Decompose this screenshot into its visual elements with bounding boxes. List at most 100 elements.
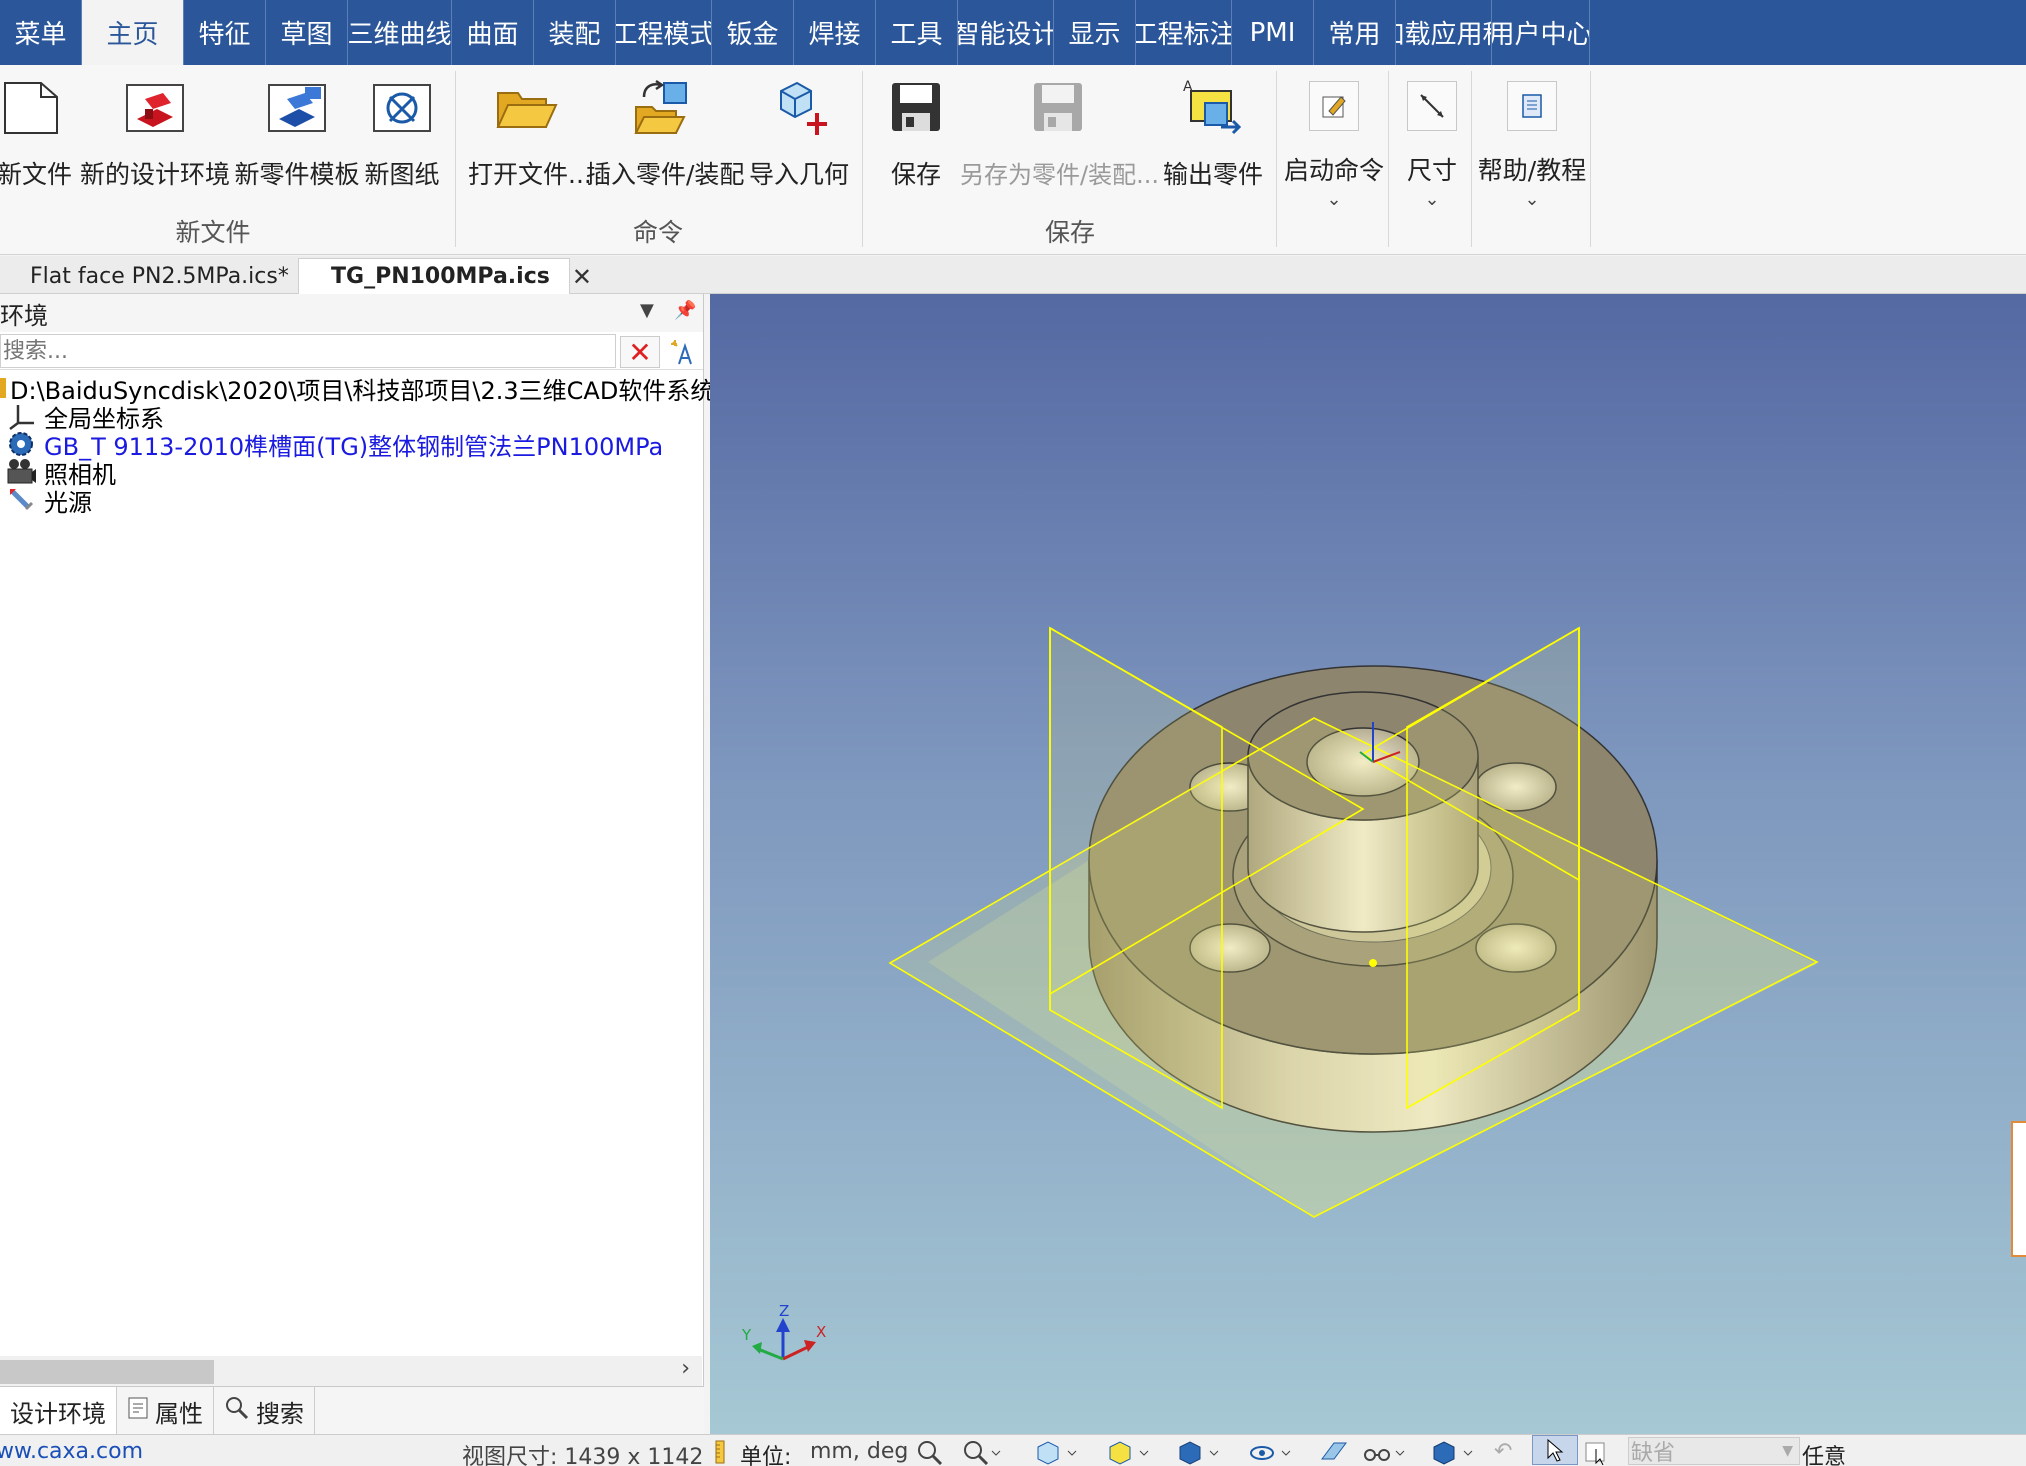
menu-tab-sketch[interactable]: 草图 bbox=[266, 0, 348, 65]
menu-bar: 菜单 主页 特征 草图 三维曲线 曲面 装配 工程模式 钣金 焊接 工具 智能设计 显示 工程标注 PMI 常… bbox=[0, 0, 2026, 65]
import-geometry-icon bbox=[764, 75, 834, 139]
open-folder-icon bbox=[491, 75, 561, 139]
doc-tab-label: TG_PN100MPa.ics bbox=[331, 264, 550, 289]
zoom-icon[interactable] bbox=[962, 1439, 1002, 1466]
3d-viewport[interactable]: Z Y X bbox=[710, 294, 2026, 1434]
menu-tab-label: 工具 bbox=[890, 20, 943, 50]
view-cube-icon[interactable] bbox=[1034, 1439, 1082, 1466]
new-part-template-label: 新零件模板 bbox=[234, 160, 360, 189]
solid-cube-icon[interactable] bbox=[1430, 1439, 1478, 1466]
render-mode-icon[interactable] bbox=[1106, 1439, 1154, 1466]
import-geometry-label: 导入几何 bbox=[748, 160, 849, 189]
doc-tab-label: Flat face PN2.5MPa.ics* bbox=[30, 263, 289, 289]
clear-search-icon[interactable]: ✕ bbox=[620, 336, 660, 369]
website-link[interactable]: www.caxa.com bbox=[0, 1439, 143, 1464]
export-part-button[interactable]: A 输出零件 bbox=[1160, 75, 1266, 191]
tree-item[interactable]: 光源 bbox=[4, 482, 92, 518]
tab-properties[interactable]: 属性 bbox=[117, 1387, 214, 1435]
new-part-template-button[interactable]: 新零件模板 bbox=[232, 75, 362, 191]
menu-tab-user-center[interactable]: 用户中心 bbox=[1492, 0, 1590, 65]
close-tab-icon[interactable]: ✕ bbox=[572, 263, 592, 291]
save-as-disk-icon bbox=[1023, 75, 1093, 139]
ribbon-separator bbox=[1388, 71, 1389, 247]
section-plane-icon[interactable] bbox=[1318, 1439, 1348, 1466]
menu-tab-label: 三维曲线 bbox=[348, 20, 452, 50]
insert-part-label: 插入零件/装配 bbox=[586, 160, 745, 189]
tab-design-environment[interactable]: 设计环境 bbox=[0, 1387, 117, 1435]
shading-icon[interactable] bbox=[1176, 1439, 1224, 1466]
flange-model-render: Z Y X bbox=[741, 626, 2026, 1361]
menu-tab-common[interactable]: 常用 bbox=[1314, 0, 1396, 65]
zoom-fit-icon[interactable] bbox=[916, 1439, 944, 1466]
doc-tab-flat-face[interactable]: Flat face PN2.5MPa.ics* bbox=[18, 258, 301, 294]
undo-arrow-icon[interactable]: ↶ bbox=[1494, 1439, 1512, 1464]
open-file-button[interactable]: 打开文件... bbox=[468, 75, 592, 191]
filter-dropdown[interactable]: 缺省 ▼ bbox=[1628, 1437, 1800, 1466]
save-as-part-button[interactable]: 另存为零件/装配... bbox=[960, 75, 1159, 190]
unit-value[interactable]: mm, deg bbox=[810, 1439, 908, 1464]
document-tabs: Flat face PN2.5MPa.ics* TG_PN100MPa.ics … bbox=[0, 256, 2026, 294]
menu-tab-annotation[interactable]: 工程标注 bbox=[1136, 0, 1232, 65]
pin-icon[interactable]: 📌 bbox=[674, 300, 696, 321]
dimension-button[interactable]: 尺寸 ⌄ bbox=[1394, 75, 1470, 210]
help-tutorial-button[interactable]: 帮助/教程 ⌄ bbox=[1476, 75, 1588, 210]
new-file-button[interactable]: 新文件... bbox=[0, 75, 72, 191]
help-book-icon bbox=[1507, 81, 1557, 131]
dimension-ruler-icon bbox=[1407, 81, 1457, 131]
design-environment-panel: 设计环境 ▼ 📌 ✕ D:\BaiduSyncdisk\2020\项目\科技部项… bbox=[0, 294, 722, 1435]
pointer-icon[interactable] bbox=[1584, 1439, 1612, 1466]
new-drawing-button[interactable]: 新图纸 bbox=[364, 75, 440, 191]
menu-tab-surface[interactable]: 曲面 bbox=[452, 0, 534, 65]
select-cursor-icon[interactable] bbox=[1532, 1435, 1578, 1465]
menu-tab-display[interactable]: 显示 bbox=[1054, 0, 1136, 65]
menu-tab-features[interactable]: 特征 bbox=[184, 0, 266, 65]
panel-bottom-tabs: 设计环境 属性 搜索 bbox=[0, 1386, 704, 1435]
insert-part-button[interactable]: 插入零件/装配 bbox=[586, 75, 745, 191]
scrollbar-thumb[interactable] bbox=[0, 1360, 214, 1384]
import-geometry-button[interactable]: 导入几何 bbox=[746, 75, 852, 191]
launch-command-button[interactable]: 启动命令 ⌄ bbox=[1282, 75, 1386, 210]
tree-item-label: 光源 bbox=[44, 488, 92, 517]
glasses-icon[interactable] bbox=[1362, 1439, 1410, 1466]
new-design-env-button[interactable]: 新的设计环境 bbox=[80, 75, 230, 191]
new-design-env-icon bbox=[120, 75, 190, 139]
menu-tab-label: 主页 bbox=[106, 20, 159, 50]
panel-dropdown-icon[interactable]: ▼ bbox=[640, 300, 654, 321]
group-label-save: 保存 bbox=[1044, 218, 1095, 247]
menu-tab-pmi[interactable]: PMI bbox=[1232, 0, 1314, 65]
light-icon bbox=[4, 483, 38, 517]
orbit-icon[interactable] bbox=[1248, 1439, 1296, 1466]
menu-tab-3d-curve[interactable]: 三维曲线 bbox=[348, 0, 452, 65]
menu-tab-label: 装配 bbox=[548, 20, 601, 50]
doc-tab-tg-pn100[interactable]: TG_PN100MPa.ics ✕ bbox=[298, 258, 592, 294]
horizontal-scrollbar[interactable]: › bbox=[0, 1356, 702, 1386]
filter-dropdown-value: 缺省 bbox=[1631, 1441, 1676, 1466]
menu-tab-sheet-metal[interactable]: 钣金 bbox=[712, 0, 794, 65]
search-icon bbox=[224, 1395, 250, 1427]
save-button[interactable]: 保存 bbox=[880, 75, 952, 191]
scroll-right-icon[interactable]: › bbox=[681, 1356, 690, 1381]
ribbon-separator bbox=[1276, 71, 1277, 247]
menu-tab-load-app[interactable]: 加载应用程 bbox=[1396, 0, 1492, 65]
tab-search[interactable]: 搜索 bbox=[214, 1387, 315, 1435]
ribbon-separator bbox=[1590, 71, 1591, 247]
search-input[interactable] bbox=[0, 334, 616, 368]
any-mode-text[interactable]: 任意 bbox=[1802, 1439, 1846, 1466]
menu-tab-assembly[interactable]: 装配 bbox=[534, 0, 616, 65]
app-window: 菜单 主页 特征 草图 三维曲线 曲面 装配 工程模式 钣金 焊接 工具 智能设计 显示 工程标注 PMI 常… bbox=[0, 0, 2026, 1466]
chevron-down-icon: ⌄ bbox=[1524, 189, 1540, 210]
menu-tab-label: 钣金 bbox=[726, 20, 779, 50]
tree-item-label: GB_T 9113-2010榫槽面(TG)整体钢制管法兰PN100MPa bbox=[44, 432, 664, 461]
launch-command-label: 启动命令 bbox=[1283, 156, 1384, 185]
menu-tab-engineering-mode[interactable]: 工程模式 bbox=[616, 0, 712, 65]
menu-tab-home[interactable]: 主页 bbox=[82, 0, 184, 65]
menu-tab-menu[interactable]: 菜单 bbox=[0, 0, 82, 65]
menu-tab-smart-design[interactable]: 智能设计 bbox=[958, 0, 1054, 65]
chevron-down-icon: ▼ bbox=[1782, 1443, 1793, 1459]
new-drawing-label: 新图纸 bbox=[364, 160, 440, 189]
menu-tab-label: PMI bbox=[1249, 17, 1296, 48]
unit-label: 单位: bbox=[740, 1445, 792, 1466]
menu-tab-tools[interactable]: 工具 bbox=[876, 0, 958, 65]
menu-tab-welding[interactable]: 焊接 bbox=[794, 0, 876, 65]
search-options-icon[interactable] bbox=[666, 336, 700, 368]
